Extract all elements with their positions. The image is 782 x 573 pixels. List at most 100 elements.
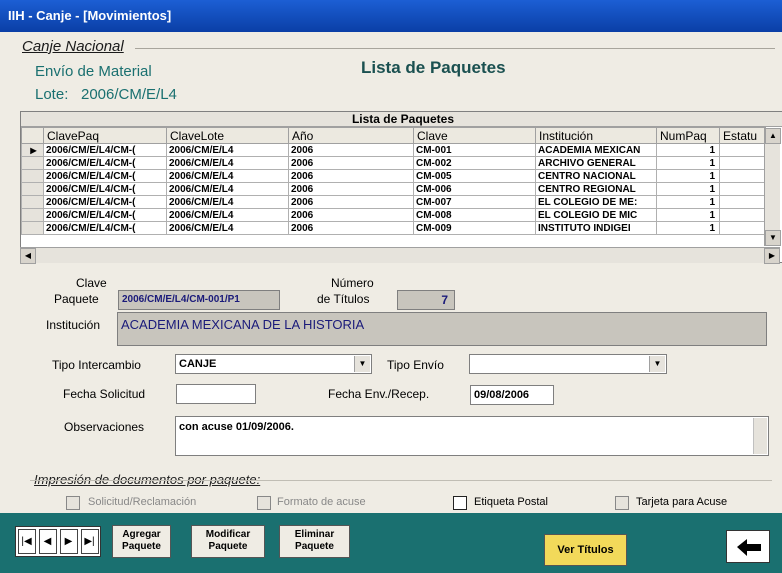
fecha-solicitud-input[interactable] — [176, 384, 256, 404]
col-clavepaq[interactable]: ClavePaq — [43, 127, 167, 144]
clave-paquete-field[interactable]: 2006/CM/E/L4/CM-001/P1 — [118, 290, 280, 310]
cell-numpaq[interactable]: 1 — [656, 169, 720, 183]
col-clavelote[interactable]: ClaveLote — [166, 127, 289, 144]
cell-anio[interactable]: 2006 — [288, 195, 414, 209]
agregar-paquete-button[interactable]: Agregar Paquete — [112, 525, 171, 558]
cell-clavelote[interactable]: 2006/CM/E/L4 — [166, 195, 289, 209]
row-selector-icon[interactable]: ▶ — [21, 143, 44, 157]
table-row[interactable]: 2006/CM/E/L4/CM-( 2006/CM/E/L4 2006 CM-0… — [21, 169, 766, 183]
dropdown-arrow-icon[interactable]: ▼ — [649, 356, 665, 372]
cell-institucion[interactable]: ARCHIVO GENERAL — [535, 156, 657, 170]
cell-clavelote[interactable]: 2006/CM/E/L4 — [166, 208, 289, 222]
scroll-down-icon[interactable]: ▼ — [765, 230, 781, 246]
cell-estatus[interactable] — [719, 221, 766, 235]
fecha-env-input[interactable]: 09/08/2006 — [470, 385, 554, 405]
cell-anio[interactable]: 2006 — [288, 169, 414, 183]
cell-clavelote[interactable]: 2006/CM/E/L4 — [166, 156, 289, 170]
cell-clavepaq[interactable]: 2006/CM/E/L4/CM-( — [43, 195, 167, 209]
row-selector[interactable] — [21, 221, 44, 235]
cell-clave[interactable]: CM-009 — [413, 221, 536, 235]
scroll-left-icon[interactable]: ◀ — [20, 248, 36, 264]
cell-clavepaq[interactable]: 2006/CM/E/L4/CM-( — [43, 208, 167, 222]
first-record-icon[interactable]: |◀ — [17, 529, 36, 554]
grid-vertical-scrollbar[interactable]: ▲ ▼ — [764, 128, 781, 246]
cell-estatus[interactable] — [719, 182, 766, 196]
cell-institucion[interactable]: CENTRO NACIONAL — [535, 169, 657, 183]
cell-estatus[interactable] — [719, 143, 766, 157]
cell-clavelote[interactable]: 2006/CM/E/L4 — [166, 169, 289, 183]
cell-numpaq[interactable]: 1 — [656, 182, 720, 196]
institucion-field[interactable]: ACADEMIA MEXICANA DE LA HISTORIA — [117, 312, 767, 346]
table-row[interactable]: ▶ 2006/CM/E/L4/CM-( 2006/CM/E/L4 2006 CM… — [21, 143, 766, 157]
observaciones-textarea[interactable]: con acuse 01/09/2006. — [175, 416, 769, 456]
observaciones-scrollbar[interactable] — [753, 418, 767, 454]
table-row[interactable]: 2006/CM/E/L4/CM-( 2006/CM/E/L4 2006 CM-0… — [21, 208, 766, 222]
packages-grid[interactable]: Lista de Paquetes ClavePaq ClaveLote Año… — [20, 111, 782, 263]
cell-clave[interactable]: CM-002 — [413, 156, 536, 170]
back-button[interactable] — [726, 530, 770, 563]
row-selector[interactable] — [21, 156, 44, 170]
tarjeta-checkbox[interactable] — [615, 496, 629, 510]
cell-clavepaq[interactable]: 2006/CM/E/L4/CM-( — [43, 221, 167, 235]
formato-checkbox[interactable] — [257, 496, 271, 510]
cell-numpaq[interactable]: 1 — [656, 221, 720, 235]
cell-clave[interactable]: CM-001 — [413, 143, 536, 157]
cell-estatus[interactable] — [719, 156, 766, 170]
cell-numpaq[interactable]: 1 — [656, 143, 720, 157]
cell-numpaq[interactable]: 1 — [656, 208, 720, 222]
eliminar-paquete-button[interactable]: Eliminar Paquete — [279, 525, 350, 558]
dropdown-arrow-icon[interactable]: ▼ — [354, 356, 370, 372]
tipo-intercambio-select[interactable]: CANJE ▼ — [175, 354, 372, 374]
numero-titulos-field[interactable]: 7 — [397, 290, 455, 310]
cell-numpaq[interactable]: 1 — [656, 156, 720, 170]
last-record-icon[interactable]: ▶| — [80, 529, 99, 554]
ver-titulos-button[interactable]: Ver Títulos — [544, 534, 627, 566]
modificar-paquete-button[interactable]: Modificar Paquete — [191, 525, 265, 558]
solicitud-checkbox[interactable] — [66, 496, 80, 510]
col-clave[interactable]: Clave — [413, 127, 536, 144]
cell-institucion[interactable]: ACADEMIA MEXICAN — [535, 143, 657, 157]
cell-institucion[interactable]: EL COLEGIO DE MIC — [535, 208, 657, 222]
cell-clavepaq[interactable]: 2006/CM/E/L4/CM-( — [43, 156, 167, 170]
cell-clavelote[interactable]: 2006/CM/E/L4 — [166, 221, 289, 235]
cell-institucion[interactable]: CENTRO REGIONAL — [535, 182, 657, 196]
cell-estatus[interactable] — [719, 195, 766, 209]
tipo-envio-select[interactable]: ▼ — [469, 354, 667, 374]
cell-clave[interactable]: CM-007 — [413, 195, 536, 209]
row-selector[interactable] — [21, 169, 44, 183]
etiqueta-checkbox[interactable] — [453, 496, 467, 510]
cell-anio[interactable]: 2006 — [288, 221, 414, 235]
row-selector[interactable] — [21, 195, 44, 209]
cell-estatus[interactable] — [719, 169, 766, 183]
cell-institucion[interactable]: EL COLEGIO DE ME: — [535, 195, 657, 209]
cell-clavepaq[interactable]: 2006/CM/E/L4/CM-( — [43, 182, 167, 196]
cell-anio[interactable]: 2006 — [288, 156, 414, 170]
cell-anio[interactable]: 2006 — [288, 208, 414, 222]
col-estatus[interactable]: Estatu — [719, 127, 766, 144]
cell-clavepaq[interactable]: 2006/CM/E/L4/CM-( — [43, 143, 167, 157]
grid-horizontal-scrollbar[interactable]: ◀ ▶ — [20, 247, 780, 264]
cell-anio[interactable]: 2006 — [288, 182, 414, 196]
next-record-icon[interactable]: ▶ — [59, 529, 78, 554]
cell-clavelote[interactable]: 2006/CM/E/L4 — [166, 143, 289, 157]
cell-clave[interactable]: CM-005 — [413, 169, 536, 183]
row-selector[interactable] — [21, 182, 44, 196]
cell-clavelote[interactable]: 2006/CM/E/L4 — [166, 182, 289, 196]
cell-clave[interactable]: CM-006 — [413, 182, 536, 196]
cell-anio[interactable]: 2006 — [288, 143, 414, 157]
table-row[interactable]: 2006/CM/E/L4/CM-( 2006/CM/E/L4 2006 CM-0… — [21, 221, 766, 235]
scroll-right-icon[interactable]: ▶ — [764, 248, 780, 264]
col-anio[interactable]: Año — [288, 127, 414, 144]
row-selector[interactable] — [21, 208, 44, 222]
cell-clave[interactable]: CM-008 — [413, 208, 536, 222]
previous-record-icon[interactable]: ◀ — [38, 529, 57, 554]
cell-numpaq[interactable]: 1 — [656, 195, 720, 209]
col-institucion[interactable]: Institución — [535, 127, 657, 144]
cell-clavepaq[interactable]: 2006/CM/E/L4/CM-( — [43, 169, 167, 183]
cell-estatus[interactable] — [719, 208, 766, 222]
table-row[interactable]: 2006/CM/E/L4/CM-( 2006/CM/E/L4 2006 CM-0… — [21, 182, 766, 196]
table-row[interactable]: 2006/CM/E/L4/CM-( 2006/CM/E/L4 2006 CM-0… — [21, 195, 766, 209]
scroll-up-icon[interactable]: ▲ — [765, 128, 781, 144]
cell-institucion[interactable]: INSTITUTO INDIGEI — [535, 221, 657, 235]
col-numpaq[interactable]: NumPaq — [656, 127, 720, 144]
